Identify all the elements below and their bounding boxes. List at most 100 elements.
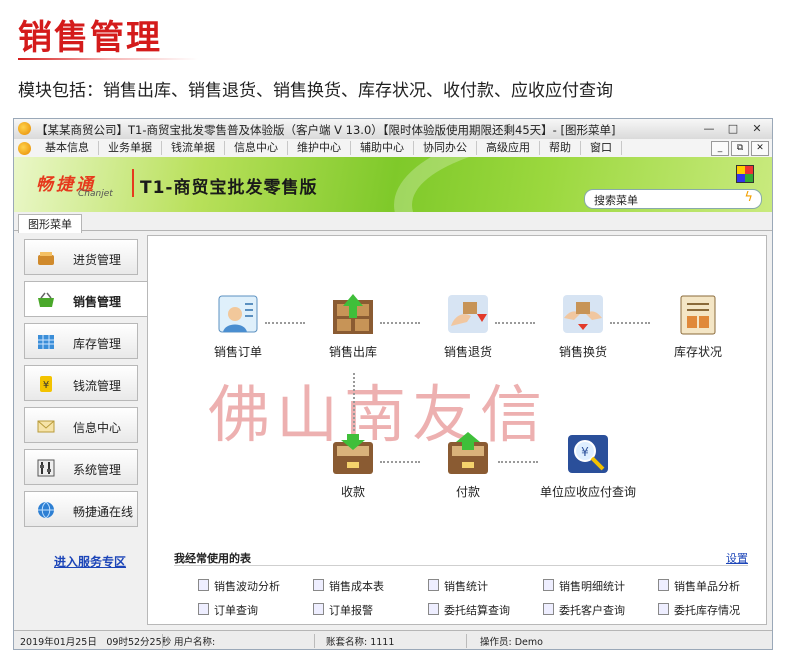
frequent-report-item[interactable]: 订单查询 [198,602,258,618]
frequent-report-label: 销售成本表 [329,580,384,593]
status-operator: 操作员: Demo [480,637,543,648]
receive-money-icon [333,434,373,474]
maximize-button[interactable]: □ [722,121,744,136]
flow-node-label: 销售出库 [328,345,377,359]
menu-basic-info[interactable]: 基本信息 [36,141,99,155]
frequent-report-item[interactable]: 销售单品分析 [658,578,740,594]
money-icon: ¥ [40,376,52,392]
page-title: 销售管理 [18,18,162,58]
sidebar-item-label: 信息中心 [73,421,122,435]
report-icon [658,579,669,591]
sidebar-item-purchase[interactable]: 进货管理 [24,239,138,275]
sidebar-item-label: 进货管理 [73,253,122,267]
menu-help[interactable]: 帮助 [540,141,581,155]
brand-logo-en: Chanjet [78,189,113,199]
menu-advanced[interactable]: 高级应用 [477,141,540,155]
content-area: 进货管理 销售管理 库存管理 ¥ 钱流管理 信息中心 系统管理 畅捷通在线 进入… [14,231,772,629]
flow-node-sales-return[interactable]: 销售退货 [423,292,513,360]
globe-icon [38,501,54,519]
order-doc-icon [218,295,258,333]
window-titlebar[interactable]: 【某某商贸公司】T1-商贸宝批发零售普及体验版（客户端 V 13.0）【限时体验… [14,119,772,140]
divider [314,634,315,648]
flow-node-label: 库存状况 [673,345,722,359]
app-window: 【某某商贸公司】T1-商贸宝批发零售普及体验版（客户端 V 13.0）【限时体验… [13,118,773,650]
frequent-report-item[interactable]: 订单报警 [313,602,373,618]
return-icon [448,295,488,333]
sidebar-item-label: 销售管理 [73,295,122,309]
sidebar-item-info-center[interactable]: 信息中心 [24,407,138,443]
report-icon [543,603,554,615]
report-icon [658,603,669,615]
flow-node-sales-order[interactable]: 销售订单 [193,292,283,360]
flow-node-sales-outbound[interactable]: 销售出库 [308,292,398,360]
sidebar-item-inventory[interactable]: 库存管理 [24,323,138,359]
menu-cashflow-docs[interactable]: 钱流单据 [162,141,225,155]
frequent-report-label: 委托结算查询 [444,604,510,617]
menu-info-center[interactable]: 信息中心 [225,141,288,155]
flow-node-receipt[interactable]: 收款 [308,432,398,500]
pay-money-icon [448,432,488,474]
status-datetime: 2019年01月25日 09时52分25秒 [20,637,172,648]
status-bar: 2019年01月25日 09时52分25秒 用户名称: 账套名称: 1111 操… [14,630,772,649]
app-icon [18,122,31,135]
flow-node-ar-ap-query[interactable]: ¥ 单位应收应付查询 [528,432,648,500]
flow-node-inventory-status[interactable]: 库存状况 [653,292,743,360]
module-description: 模块包括：销售出库、销售退货、销售换货、库存状况、收付款、应收应付查询 [18,81,613,101]
divider [466,634,467,648]
menu-search-input[interactable]: 搜索菜单 ϟ [584,189,762,209]
sidebar-item-online[interactable]: 畅捷通在线 [24,491,138,527]
frequent-settings-link[interactable]: 设置 [726,550,748,566]
menu-business-docs[interactable]: 业务单据 [99,141,162,155]
frequent-report-label: 委托客户查询 [559,604,625,617]
menubar: 基本信息 业务单据 钱流单据 信息中心 维护中心 辅助中心 协同办公 高级应用 … [14,139,772,158]
report-icon [428,603,439,615]
search-go-icon[interactable]: ϟ [744,190,753,205]
menu-auxiliary[interactable]: 辅助中心 [351,141,414,155]
cart-icon [38,292,54,307]
sidebar-item-system[interactable]: 系统管理 [24,449,138,485]
frequent-report-item[interactable]: 销售波动分析 [198,578,280,594]
flow-node-label: 销售退货 [443,345,492,359]
svg-text:¥: ¥ [581,445,589,459]
sidebar-item-sales[interactable]: 销售管理 [24,281,150,317]
report-icon [198,579,209,591]
outbound-icon [333,294,373,334]
report-icon [543,579,554,591]
flow-node-sales-exchange[interactable]: 销售换货 [538,292,628,360]
service-zone-link[interactable]: 进入服务专区 [54,553,126,570]
sidebar-item-label: 系统管理 [73,463,122,477]
frequent-report-item[interactable]: 销售统计 [428,578,488,594]
close-button[interactable]: ✕ [746,121,768,136]
module-sidebar: 进货管理 销售管理 库存管理 ¥ 钱流管理 信息中心 系统管理 畅捷通在线 进入… [18,235,150,625]
sidebar-item-cashflow[interactable]: ¥ 钱流管理 [24,365,138,401]
status-user: 用户名称: [174,637,216,648]
child-restore-button[interactable]: ⧉ [731,141,749,156]
menu-collaboration[interactable]: 协同办公 [414,141,477,155]
settings-icon [37,459,55,477]
frequent-report-item[interactable]: 销售成本表 [313,578,384,594]
skin-icon[interactable] [736,165,754,183]
window-title: 【某某商贸公司】T1-商贸宝批发零售普及体验版（客户端 V 13.0）【限时体验… [36,123,616,137]
frequent-report-label: 销售统计 [444,580,488,593]
frequent-report-item[interactable]: 销售明细统计 [543,578,625,594]
flow-node-label: 销售换货 [558,345,607,359]
grid-icon [38,335,54,349]
child-minimize-button[interactable]: _ [711,141,729,156]
menu-maintenance[interactable]: 维护中心 [288,141,351,155]
minimize-button[interactable]: — [698,121,720,136]
report-icon [428,579,439,591]
tab-bar: 图形菜单 [14,212,772,233]
frequent-report-item[interactable]: 委托客户查询 [543,602,625,618]
frequent-report-item[interactable]: 委托结算查询 [428,602,510,618]
frequent-report-item[interactable]: 委托库存情况 [658,602,740,618]
flow-node-label: 付款 [455,485,480,499]
flow-node-payment[interactable]: 付款 [423,432,513,500]
basket-icon [38,252,54,265]
menu-app-icon[interactable] [18,142,31,155]
frequent-report-label: 订单报警 [329,604,373,617]
child-close-button[interactable]: ✕ [751,141,769,156]
exchange-icon [563,295,603,333]
frequent-report-label: 销售波动分析 [214,580,280,593]
report-icon [198,603,209,615]
menu-window[interactable]: 窗口 [581,141,622,155]
